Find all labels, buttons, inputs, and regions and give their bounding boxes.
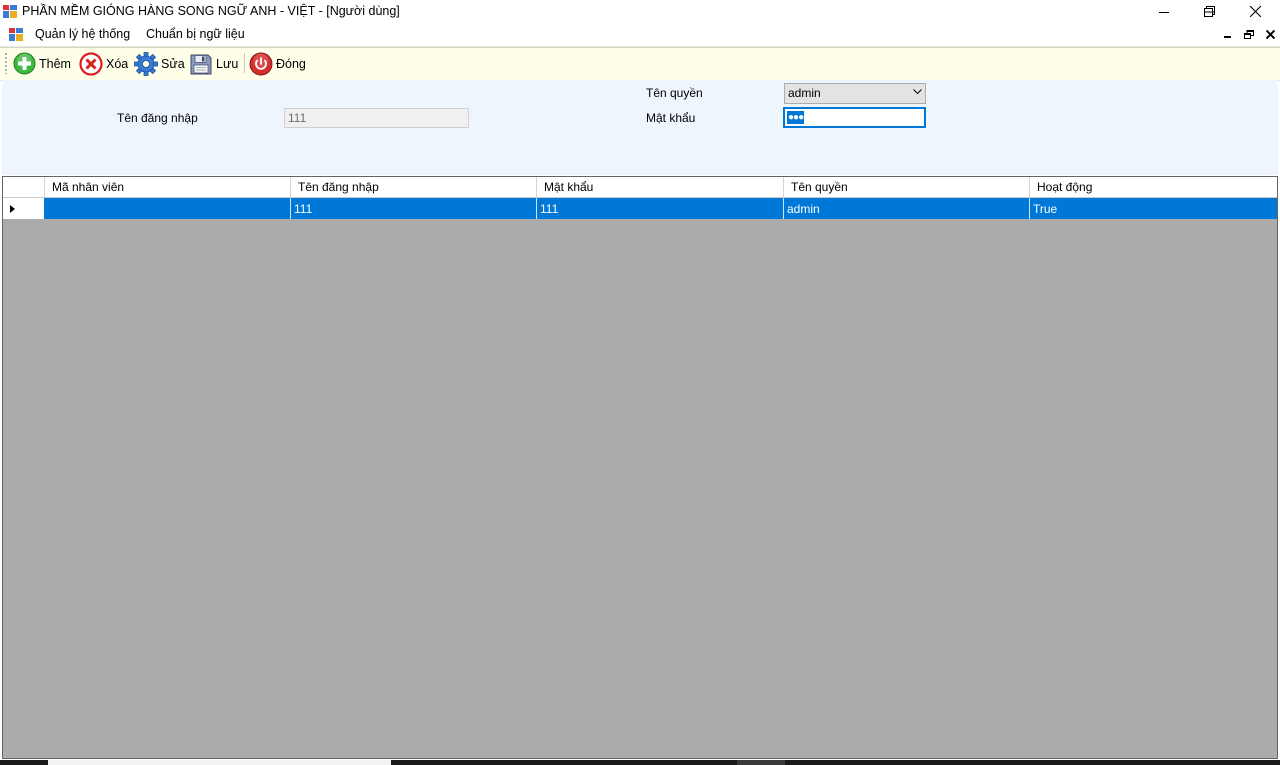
power-icon bbox=[249, 52, 273, 75]
column-header-ma-nhan-vien[interactable]: Mã nhân viên bbox=[45, 177, 291, 197]
mdi-close-button[interactable] bbox=[1263, 27, 1277, 41]
edit-button[interactable]: Sửa bbox=[134, 51, 185, 76]
restore-icon bbox=[1244, 29, 1254, 39]
taskbar-indicator bbox=[737, 760, 785, 765]
mdi-child-icon bbox=[9, 28, 23, 41]
add-button-label: Thêm bbox=[39, 56, 71, 71]
chevron-down-icon bbox=[913, 89, 922, 95]
close-form-button[interactable]: Đóng bbox=[249, 51, 306, 76]
add-icon bbox=[13, 52, 36, 75]
menu-chuan-bi-ngu-lieu[interactable]: Chuẩn bị ngữ liệu bbox=[144, 27, 247, 41]
column-header-mat-khau[interactable]: Mật khẩu bbox=[537, 177, 784, 197]
column-header-hoat-dong[interactable]: Hoạt động bbox=[1030, 177, 1277, 197]
column-header-ten-dang-nhap[interactable]: Tên đăng nhập bbox=[291, 177, 537, 197]
grid-corner-cell[interactable] bbox=[3, 177, 45, 197]
username-label: Tên đăng nhập bbox=[117, 111, 198, 125]
password-value: ●●● bbox=[787, 111, 804, 124]
role-label: Tên quyền bbox=[646, 86, 703, 100]
taskbar-highlight bbox=[48, 760, 391, 765]
close-icon bbox=[1265, 29, 1275, 39]
cell-ma-nhan-vien[interactable] bbox=[44, 198, 291, 219]
column-header-ten-quyen[interactable]: Tên quyền bbox=[784, 177, 1030, 197]
close-button[interactable] bbox=[1232, 0, 1278, 23]
cell-ten-quyen[interactable]: admin bbox=[784, 198, 1030, 219]
minimize-glyph-icon bbox=[1159, 11, 1169, 13]
table-row[interactable]: 111 111 admin True bbox=[3, 198, 1277, 219]
row-header[interactable] bbox=[3, 198, 45, 219]
mdi-restore-button[interactable] bbox=[1242, 27, 1256, 41]
toolbar-separator bbox=[244, 53, 245, 73]
save-button[interactable]: Lưu bbox=[189, 51, 238, 76]
minimize-icon bbox=[1224, 36, 1231, 38]
current-row-arrow-icon bbox=[10, 205, 15, 213]
grid-header: Mã nhân viên Tên đăng nhập Mật khẩu Tên … bbox=[3, 177, 1277, 198]
toolbar-grip[interactable] bbox=[5, 52, 7, 74]
close-form-button-label: Đóng bbox=[276, 56, 306, 71]
mdi-minimize-button[interactable] bbox=[1221, 27, 1235, 41]
app-icon bbox=[3, 5, 17, 18]
cell-ten-dang-nhap[interactable]: 111 bbox=[291, 198, 537, 219]
save-button-label: Lưu bbox=[216, 56, 239, 71]
menu-quan-ly-he-thong[interactable]: Quản lý hệ thống bbox=[33, 27, 132, 41]
close-icon bbox=[1249, 6, 1261, 17]
window-title: PHẦN MỀM GIÓNG HÀNG SONG NGỮ ANH - VIỆT … bbox=[22, 4, 400, 18]
username-field[interactable]: 111 bbox=[284, 108, 469, 128]
role-select-value: admin bbox=[788, 86, 821, 100]
delete-button-label: Xóa bbox=[106, 56, 129, 71]
password-label: Mật khẩu bbox=[646, 111, 696, 125]
minimize-button-area[interactable] bbox=[1141, 0, 1187, 23]
add-button[interactable]: Thêm bbox=[13, 51, 71, 76]
delete-icon bbox=[79, 51, 103, 76]
cell-mat-khau[interactable]: 111 bbox=[537, 198, 784, 219]
edit-button-label: Sửa bbox=[161, 56, 185, 71]
users-grid[interactable]: Mã nhân viên Tên đăng nhập Mật khẩu Tên … bbox=[2, 176, 1278, 759]
role-select[interactable]: admin bbox=[784, 83, 926, 104]
user-form-panel bbox=[2, 80, 1278, 175]
restore-icon bbox=[1203, 6, 1215, 17]
delete-button[interactable]: Xóa bbox=[79, 51, 128, 76]
cell-hoat-dong[interactable]: True bbox=[1030, 198, 1277, 219]
save-icon bbox=[190, 54, 212, 74]
gear-icon bbox=[134, 51, 158, 76]
password-field[interactable]: ●●● bbox=[783, 107, 926, 128]
restore-button[interactable] bbox=[1186, 0, 1232, 23]
